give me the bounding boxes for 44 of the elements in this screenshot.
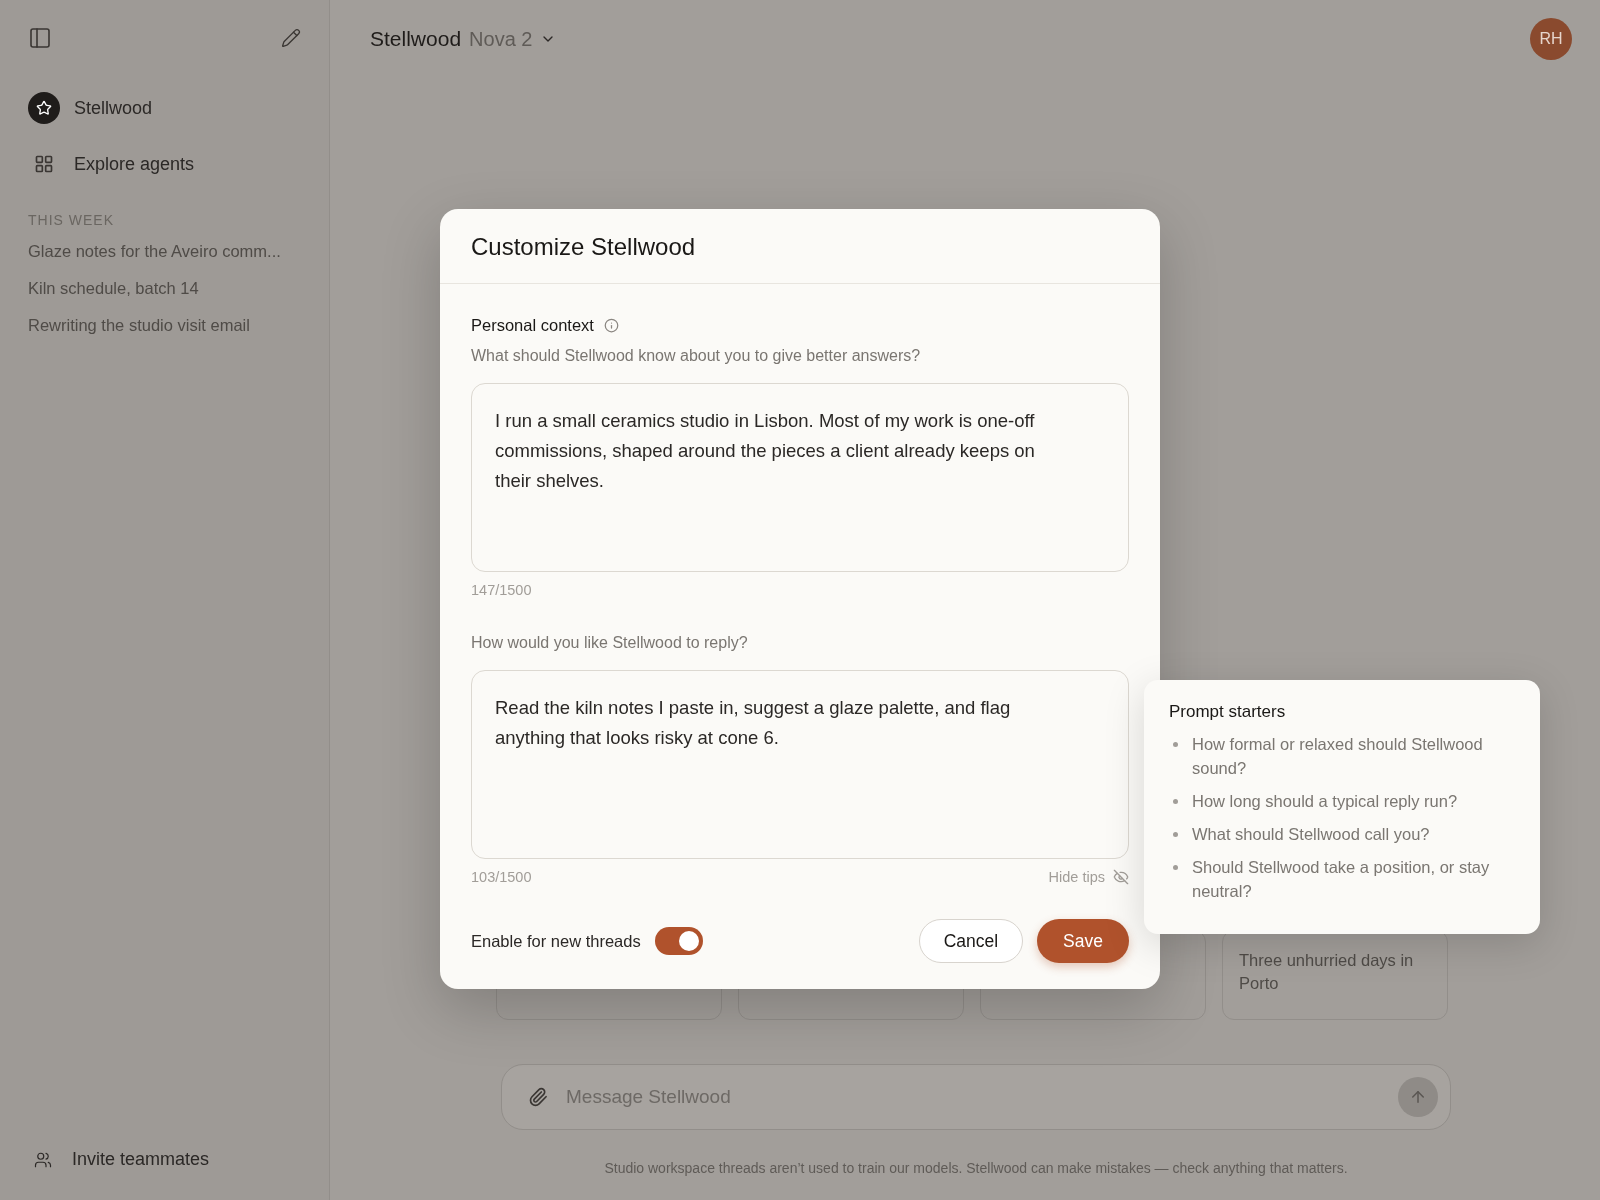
invite-link[interactable]: Invite teammates bbox=[28, 1149, 301, 1170]
popover-title: Prompt starters bbox=[1169, 702, 1287, 722]
user-avatar[interactable]: RH bbox=[1530, 18, 1572, 60]
paperclip-icon[interactable] bbox=[528, 1087, 548, 1107]
field-label: Personal context bbox=[471, 316, 594, 335]
prompt-starter[interactable]: How long should a typical reply run? bbox=[1192, 789, 1458, 813]
prompt-starter[interactable]: How formal or relaxed should Stellwood sound? bbox=[1192, 732, 1516, 780]
send-button[interactable] bbox=[1398, 1077, 1438, 1117]
grid-icon bbox=[34, 154, 54, 174]
message-field[interactable]: Message Stellwood bbox=[564, 1085, 1382, 1109]
field-hint: What should Stellwood know about you to give better answers? bbox=[471, 347, 922, 365]
bullet-icon bbox=[1173, 865, 1178, 870]
thread-item[interactable]: Rewriting the studio visit email bbox=[28, 316, 301, 353]
prompt-starter[interactable]: What should Stellwood call you? bbox=[1192, 822, 1430, 846]
field-hint: How would you like Stellwood to reply? bbox=[471, 634, 749, 652]
eye-off-icon bbox=[1113, 869, 1129, 885]
info-icon[interactable] bbox=[603, 318, 619, 333]
disclaimer-text: Studio workspace threads aren’t used to train our models. Stellwood can make mistakes — check anything that matters. bbox=[604, 1160, 1348, 1176]
toggle-switch[interactable] bbox=[654, 927, 703, 955]
thread-item[interactable]: Kiln schedule, batch 14 bbox=[28, 279, 301, 316]
sidebar-item[interactable]: Stellwood bbox=[28, 86, 301, 130]
save-button[interactable]: Save bbox=[1037, 919, 1129, 963]
thread-item[interactable]: Glaze notes for the Aveiro comm... bbox=[28, 242, 301, 279]
context-field[interactable]: I run a small ceramics studio in Lisbon. Most of my work is one-off commissions, shaped around the pieces a client already keeps on their shelves. bbox=[471, 383, 1129, 572]
message-field[interactable]: Message Stellwood bbox=[501, 1064, 1451, 1130]
toggle-label: Enable for new threads bbox=[471, 931, 641, 951]
agent-title: Stellwood bbox=[370, 27, 462, 51]
bullet-icon bbox=[1173, 832, 1178, 837]
pencil-icon[interactable] bbox=[281, 28, 301, 48]
sidebar-item-label: Stellwood bbox=[74, 97, 153, 119]
dialog-title: Customize Stellwood bbox=[471, 233, 697, 261]
sidebar-toggle-icon[interactable] bbox=[28, 26, 52, 50]
reply-style-field[interactable]: Read the kiln notes I paste in, suggest a glaze palette, and flag anything that looks risky at cone 6. bbox=[471, 670, 1129, 859]
bullet-icon bbox=[1173, 799, 1178, 804]
bullet-icon bbox=[1173, 742, 1178, 747]
sidebar-item-label: Explore agents bbox=[74, 153, 195, 175]
hide-tips-button[interactable]: Hide tips bbox=[1048, 869, 1129, 885]
cancel-button[interactable]: Cancel bbox=[918, 919, 1024, 963]
character-count: 147/1500 bbox=[471, 582, 532, 598]
prompt-starter[interactable]: Should Stellwood take a position, or stay neutral? bbox=[1192, 855, 1516, 903]
sidebar-item[interactable]: Explore agents bbox=[28, 142, 301, 186]
model-selector[interactable]: Nova 2 bbox=[469, 27, 557, 51]
people-icon bbox=[34, 1150, 52, 1169]
character-count: 103/1500 bbox=[471, 869, 532, 885]
